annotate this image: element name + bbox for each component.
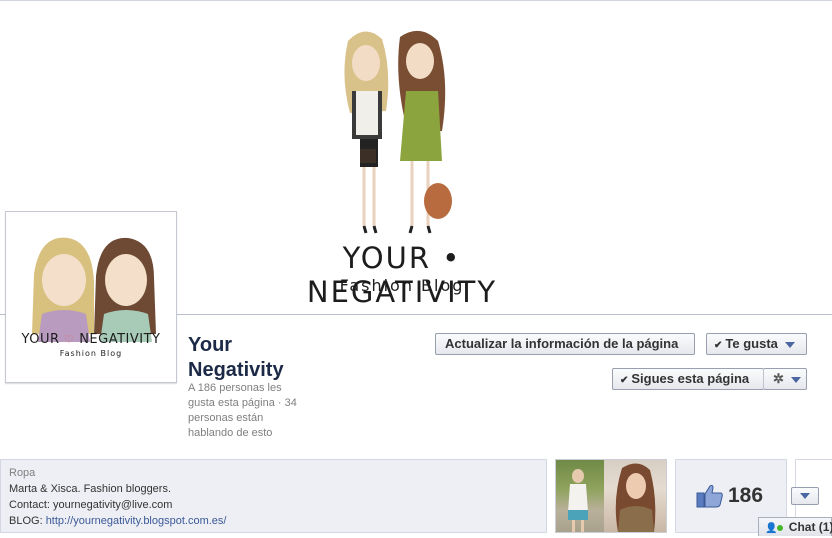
update-info-button[interactable]: Actualizar la información de la página <box>435 333 695 355</box>
liked-button[interactable]: ✔ Te gusta <box>706 333 807 355</box>
photo-figure <box>615 463 656 532</box>
photos-tile[interactable] <box>555 459 667 533</box>
about-box: Ropa Marta & Xisca. Fashion bloggers. Co… <box>0 459 547 533</box>
likes-count: 186 <box>728 484 764 507</box>
cover-illustration <box>344 30 452 234</box>
thumbs-up-icon <box>696 484 723 508</box>
profile-picture[interactable]: YOUR ♡ NEGATIVITY Fashion Blog <box>5 211 177 383</box>
profile-illustration <box>32 237 156 342</box>
about-blog-line: BLOG: http://yournegativity.blogspot.com… <box>9 513 538 529</box>
profile-brand-subtitle: Fashion Blog <box>59 349 123 358</box>
chevron-down-icon <box>790 376 801 383</box>
person-icon: 👤 <box>765 523 778 534</box>
liked-button-label: Te gusta <box>725 336 778 351</box>
online-status-icon <box>777 524 784 531</box>
following-button-label: Sigues esta página <box>631 371 750 386</box>
more-apps-button[interactable] <box>791 487 819 505</box>
profile-brand-right: NEGATIVITY <box>79 332 161 347</box>
chat-label: Chat (1) <box>788 520 832 534</box>
page-category[interactable]: Ropa <box>9 465 538 481</box>
cover-brand-subtitle: Fashion Blog <box>339 276 465 295</box>
photo-thumbnail[interactable] <box>556 460 604 532</box>
page-stats: A 186 personas les gusta esta página · 3… <box>188 382 297 439</box>
settings-menu-button[interactable]: ✲ <box>763 368 807 390</box>
check-icon: ✔ <box>714 340 723 351</box>
page-title[interactable]: Your Negativity <box>188 333 328 383</box>
about-line-2: Contact: yournegativity@live.com <box>9 499 173 511</box>
photo-thumbnail[interactable] <box>604 460 666 532</box>
gear-icon: ✲ <box>773 371 784 386</box>
cover-brand-title: YOUR • NEGATIVITY <box>306 241 498 309</box>
chat-tab[interactable]: 👤 Chat (1) <box>758 517 832 536</box>
following-button[interactable]: ✔ Sigues esta página <box>612 368 764 390</box>
check-icon: ✔ <box>620 375 629 386</box>
blog-label: BLOG: <box>9 515 43 527</box>
profile-brand-title: YOUR ♡ NEGATIVITY <box>6 332 176 347</box>
blog-link[interactable]: http://yournegativity.blogspot.com.es/ <box>46 515 227 527</box>
about-line-1: Marta & Xisca. Fashion bloggers. <box>9 483 172 495</box>
chevron-down-icon <box>784 341 795 348</box>
photo-figure <box>568 469 588 532</box>
chevron-down-icon <box>800 493 810 499</box>
heart-icon: ♡ <box>64 333 75 346</box>
profile-brand-left: YOUR <box>21 332 60 347</box>
